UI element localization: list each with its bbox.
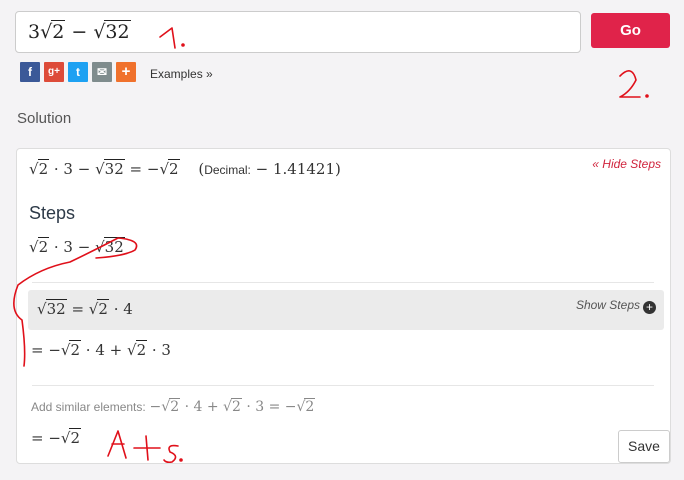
sqrt-symbol: √2 xyxy=(223,398,242,415)
show-steps-link[interactable]: Show Steps + xyxy=(576,298,656,314)
add-similar-line: Add similar elements: −√2 · 4 + √2 · 3 =… xyxy=(31,398,316,415)
email-icon[interactable]: ✉ xyxy=(92,62,112,82)
step-expression: √2 · 3 − √32 xyxy=(29,237,125,256)
share-bar: f g+ t ✉ + xyxy=(20,62,136,82)
step-line: = −√2 · 4 + √2 · 3 xyxy=(31,340,171,359)
decimal-value: − 1.41421 xyxy=(255,160,336,178)
add-similar-label: Add similar elements: xyxy=(31,400,146,414)
sqrt-symbol: √32 xyxy=(95,237,125,256)
go-button[interactable]: Go xyxy=(591,13,670,48)
result-line: √2 · 3 − √32 = −√2 (Decimal: − 1.41421) xyxy=(29,159,341,178)
sqrt-symbol: √2 xyxy=(29,237,50,256)
decimal-label: Decimal: xyxy=(204,163,251,177)
plus-circle-icon[interactable]: + xyxy=(643,301,656,314)
sqrt-symbol: √2 xyxy=(88,299,109,318)
input-radicand-1: 2 xyxy=(51,20,66,43)
input-operator: − xyxy=(71,21,88,43)
sqrt-symbol: √2 xyxy=(296,398,316,415)
annotation-two-dot xyxy=(645,94,649,98)
sqrt-symbol: √32 xyxy=(95,159,125,178)
sqrt-symbol: √2 xyxy=(60,428,82,447)
twitter-icon[interactable]: t xyxy=(68,62,88,82)
sqrt-symbol: √32 xyxy=(93,20,131,43)
sqrt-symbol: √32 xyxy=(37,299,67,318)
divider xyxy=(32,282,654,283)
sqrt-symbol: √2 xyxy=(60,340,82,359)
solution-panel: « Hide Steps √2 · 3 − √32 = −√2 (Decimal… xyxy=(16,148,671,464)
facebook-icon[interactable]: f xyxy=(20,62,40,82)
sqrt-symbol: √2 xyxy=(29,159,50,178)
final-result: = −√2 xyxy=(31,428,82,447)
annotation-two-mark xyxy=(619,70,641,98)
step-box-expression: √32 = √2 · 4 xyxy=(37,299,133,318)
math-input[interactable]: 3√2 − √32 xyxy=(15,11,581,53)
sqrt-symbol: √2 xyxy=(159,159,180,178)
more-share-icon[interactable]: + xyxy=(116,62,136,82)
google-plus-icon[interactable]: g+ xyxy=(44,62,64,82)
divider xyxy=(32,385,654,386)
hide-steps-link[interactable]: « Hide Steps xyxy=(592,157,661,171)
step-box[interactable]: √32 = √2 · 4 Show Steps + xyxy=(28,290,664,330)
input-radicand-2: 32 xyxy=(104,20,131,43)
input-coef: 3 xyxy=(28,21,41,43)
steps-title: Steps xyxy=(29,203,76,223)
save-button[interactable]: Save xyxy=(618,430,670,463)
sqrt-symbol: √2 xyxy=(161,398,181,415)
sqrt-symbol: √2 xyxy=(127,340,148,359)
sqrt-symbol: √2 xyxy=(40,20,66,43)
solution-heading: Solution xyxy=(17,110,72,127)
examples-link[interactable]: Examples » xyxy=(150,67,213,81)
